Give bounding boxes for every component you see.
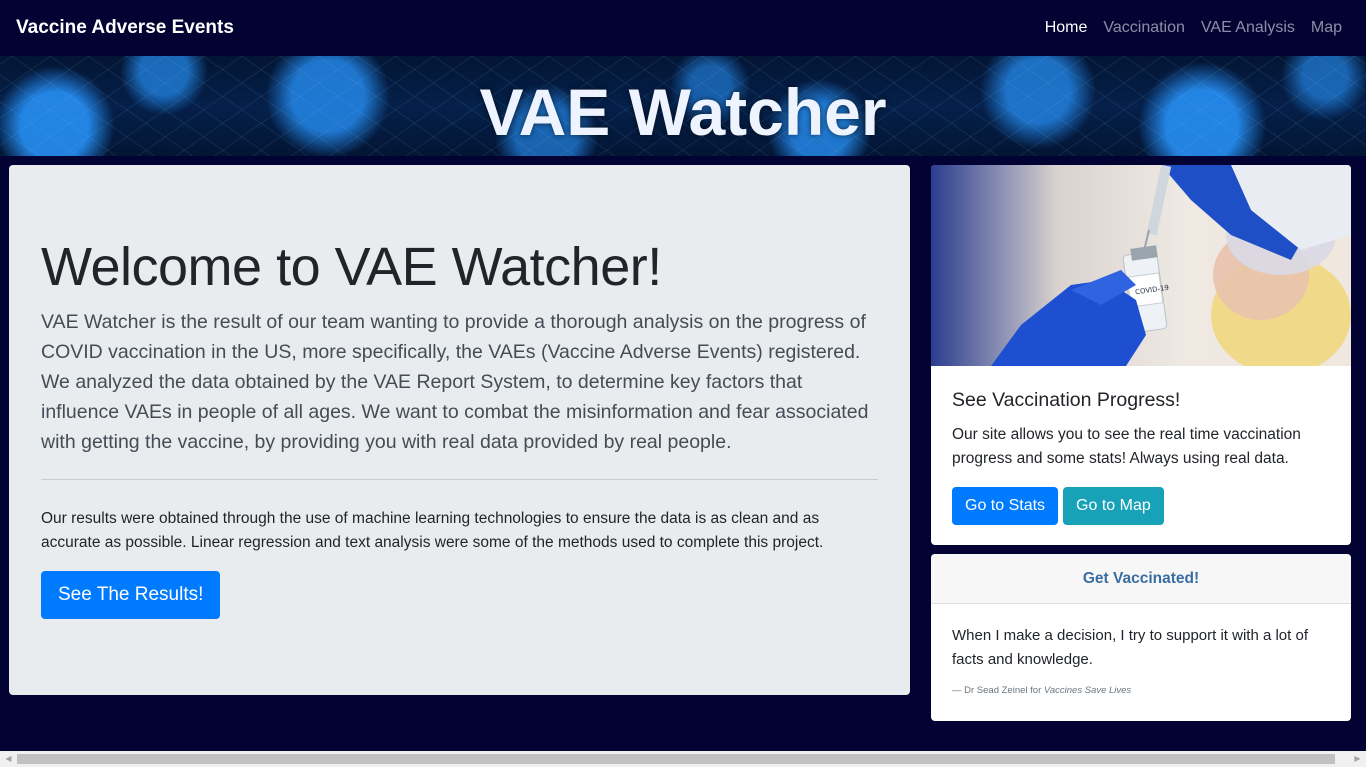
see-results-button[interactable]: See The Results!: [41, 571, 221, 619]
nav-link-vaccination[interactable]: Vaccination: [1095, 19, 1193, 37]
arrow-left-icon[interactable]: ◀: [0, 751, 17, 767]
divider: [41, 479, 878, 480]
vaccination-card-text: Our site allows you to see the real time…: [952, 426, 1301, 467]
navbar-brand[interactable]: Vaccine Adverse Events: [16, 17, 234, 39]
go-to-stats-button[interactable]: Go to Stats: [952, 487, 1059, 525]
quote-author: — Dr Sead Zeinel for: [952, 685, 1042, 696]
go-to-map-button[interactable]: Go to Map: [1063, 487, 1164, 525]
vaccination-card-title: See Vaccination Progress!: [952, 389, 1181, 411]
quote-card-body: When I make a decision, I try to support…: [931, 604, 1351, 716]
methods-text: Our results were obtained through the us…: [41, 510, 824, 551]
arrow-right-icon[interactable]: ▶: [1349, 751, 1366, 767]
welcome-heading: Welcome to VAE Watcher!: [41, 237, 662, 297]
vaccination-photo: COVID-19: [931, 165, 1351, 366]
vaccination-illustration: COVID-19: [991, 165, 1351, 366]
vaccination-card-body: See Vaccination Progress! Our site allow…: [931, 366, 1351, 545]
quote-text: When I make a decision, I try to support…: [952, 627, 1308, 668]
quote-card-header: Get Vaccinated!: [931, 554, 1351, 604]
quote-footer: — Dr Sead Zeinel for Vaccines Save Lives: [952, 685, 1330, 696]
intro-lead-text: VAE Watcher is the result of our team wa…: [41, 311, 869, 453]
quote-source: Vaccines Save Lives: [1043, 685, 1132, 696]
scrollbar-thumb[interactable]: [17, 754, 1335, 764]
horizontal-scrollbar[interactable]: ◀ ▶: [0, 751, 1366, 767]
quote-card: Get Vaccinated! When I make a decision, …: [931, 554, 1351, 721]
nav-links: Home Vaccination VAE Analysis Map: [1037, 19, 1350, 37]
nav-link-vae-analysis[interactable]: VAE Analysis: [1193, 19, 1303, 37]
nav-link-map[interactable]: Map: [1303, 19, 1350, 37]
welcome-jumbotron: Welcome to VAE Watcher! VAE Watcher is t…: [9, 165, 910, 695]
hero-banner: VAE Watcher: [0, 56, 1366, 156]
vaccination-card-buttons: Go to Stats Go to Map: [952, 487, 1330, 525]
navbar: Vaccine Adverse Events Home Vaccination …: [0, 0, 1366, 56]
nav-link-home[interactable]: Home: [1037, 19, 1096, 37]
hero-title: VAE Watcher: [479, 75, 887, 149]
vaccination-progress-card: COVID-19 See Vaccination Progress! Our s…: [931, 165, 1351, 545]
